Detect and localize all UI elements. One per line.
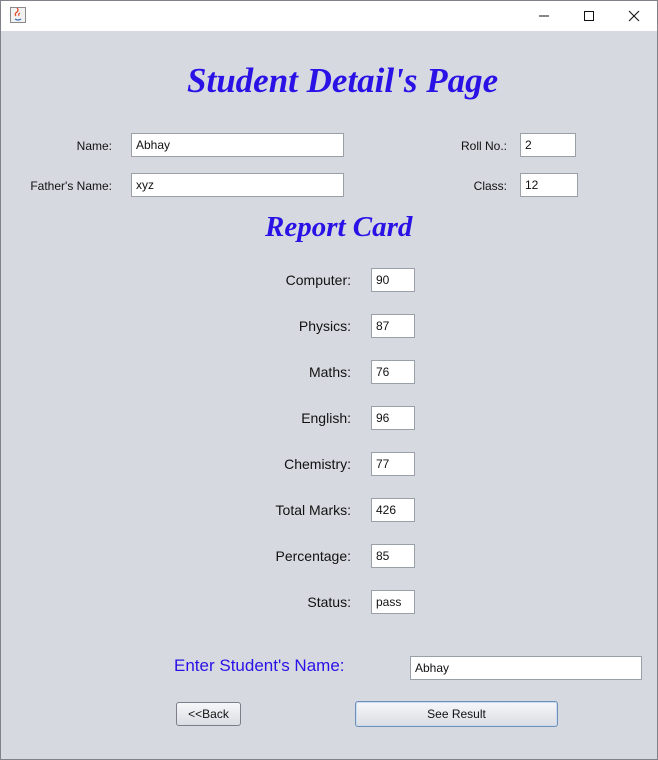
english-label: English:: [301, 410, 351, 426]
minimize-button[interactable]: [521, 1, 567, 31]
chemistry-marks-field[interactable]: [371, 452, 415, 476]
class-label: Class:: [473, 179, 507, 193]
percentage-label: Percentage:: [275, 548, 352, 564]
computer-marks-field[interactable]: [371, 268, 415, 292]
student-name-search-field[interactable]: [410, 656, 642, 680]
total-marks-field[interactable]: [371, 498, 415, 522]
status-field[interactable]: [371, 590, 415, 614]
roll-no-label: Roll No.:: [460, 139, 507, 153]
father-name-label: Father's Name:: [30, 179, 112, 193]
percentage-field[interactable]: [371, 544, 415, 568]
roll-no-field[interactable]: [520, 133, 576, 157]
back-button[interactable]: <<Back: [176, 702, 241, 726]
father-name-field[interactable]: [131, 173, 344, 197]
maths-label: Maths:: [308, 364, 351, 380]
name-field[interactable]: [131, 133, 344, 157]
java-app-icon: [10, 7, 26, 23]
chemistry-label: Chemistry:: [284, 456, 351, 472]
report-card-title: Report Card: [265, 211, 413, 243]
app-window: Student Detail's Page Name: Father's Nam…: [0, 0, 658, 760]
english-marks-field[interactable]: [371, 406, 415, 430]
class-field[interactable]: [520, 173, 578, 197]
enter-student-name-label: Enter Student's Name:: [174, 656, 345, 675]
minimize-icon: [539, 15, 549, 17]
close-icon: [628, 10, 640, 22]
physics-label: Physics:: [298, 318, 351, 334]
maximize-icon: [584, 11, 594, 21]
physics-marks-field[interactable]: [371, 314, 415, 338]
title-bar: [1, 1, 657, 31]
page-title: Student Detail's Page: [187, 61, 499, 100]
maths-marks-field[interactable]: [371, 360, 415, 384]
see-result-button[interactable]: See Result: [355, 701, 558, 727]
status-label: Status:: [307, 594, 351, 610]
name-label: Name:: [76, 139, 112, 153]
maximize-button[interactable]: [566, 1, 612, 31]
close-button[interactable]: [611, 1, 657, 31]
computer-label: Computer:: [285, 272, 351, 288]
total-marks-label: Total Marks:: [275, 502, 351, 518]
